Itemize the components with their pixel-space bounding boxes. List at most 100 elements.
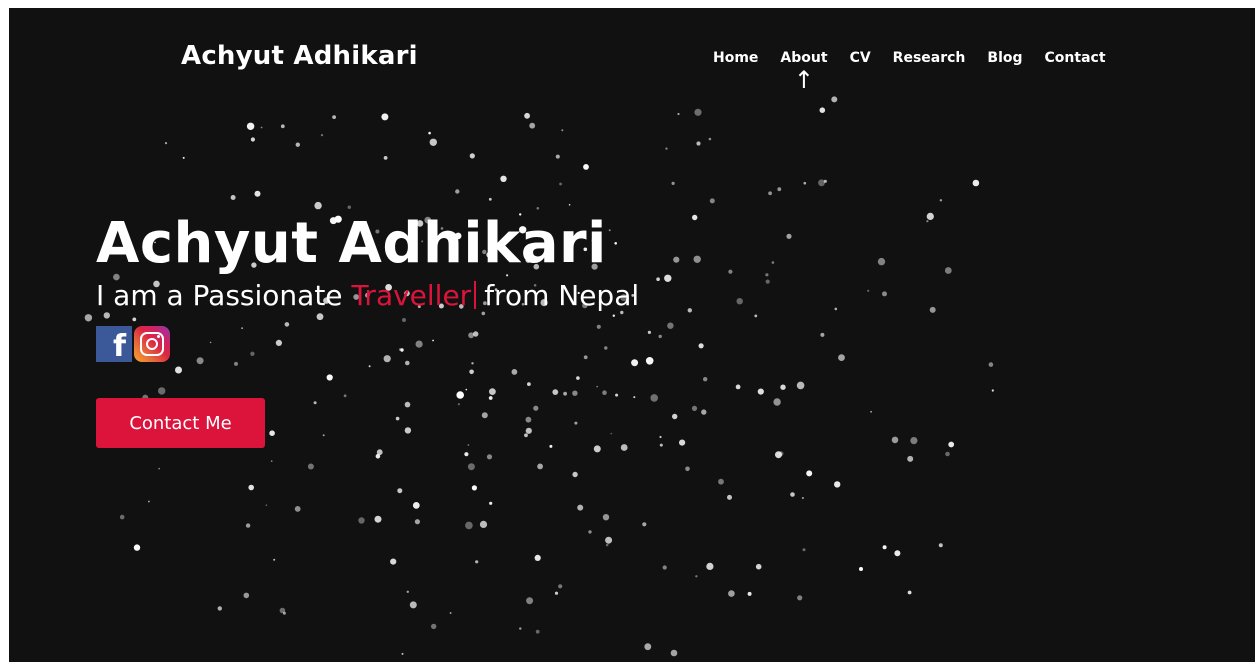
particle <box>148 500 150 503</box>
particle <box>658 334 662 339</box>
particle <box>469 153 475 159</box>
particle <box>536 207 540 210</box>
particle <box>988 362 994 367</box>
navbar: Achyut Adhikari Home About ↑ CV Research… <box>9 8 1255 108</box>
nav-link-cv[interactable]: CV <box>850 50 871 66</box>
particle <box>656 277 660 282</box>
particle <box>260 126 263 129</box>
particle <box>945 451 950 457</box>
particle <box>926 220 929 223</box>
particle <box>773 398 781 406</box>
particle <box>939 199 943 202</box>
particle <box>671 181 675 185</box>
particle <box>471 485 477 491</box>
particle <box>645 357 654 365</box>
particle <box>217 606 222 611</box>
particle <box>802 548 806 552</box>
particle <box>754 314 758 318</box>
particle <box>728 590 735 597</box>
hero-subtitle: I am a Passionate Traveller from Nepal <box>96 279 639 313</box>
particle <box>796 381 805 390</box>
nav-link-about[interactable]: About ↑ <box>780 50 827 92</box>
particle <box>270 460 273 462</box>
particle <box>797 595 803 601</box>
particle <box>819 107 826 113</box>
particle <box>273 558 276 561</box>
particle <box>307 463 314 470</box>
particle <box>375 454 381 459</box>
particle <box>706 562 714 571</box>
particle <box>467 463 475 471</box>
particle <box>650 394 658 402</box>
particle <box>736 298 743 305</box>
particle <box>929 306 936 313</box>
subtitle-suffix: from Nepal <box>484 278 640 312</box>
facebook-icon: f <box>112 329 126 365</box>
particle <box>406 590 409 593</box>
particle <box>670 649 678 657</box>
particle <box>583 164 589 170</box>
particle <box>381 113 389 121</box>
particle <box>703 377 708 382</box>
instagram-link[interactable] <box>134 326 170 363</box>
particle <box>768 191 772 196</box>
particle <box>765 279 770 284</box>
nav-link-contact[interactable]: Contact <box>1045 50 1106 66</box>
particle <box>164 142 168 145</box>
particle <box>279 607 286 614</box>
particle <box>526 597 534 605</box>
particle <box>659 435 662 439</box>
particle <box>709 198 715 204</box>
particle <box>449 612 452 614</box>
particle <box>479 520 488 529</box>
particle <box>588 530 592 534</box>
particle <box>537 463 543 470</box>
particle <box>698 343 704 349</box>
particle <box>401 652 404 655</box>
particle <box>245 523 251 528</box>
particle <box>679 439 686 446</box>
particle <box>859 567 863 571</box>
particle <box>708 137 712 141</box>
hero-section: Achyut Adhikari I am a Passionate Travel… <box>96 213 639 449</box>
particle <box>554 591 559 595</box>
particle <box>489 501 493 505</box>
particle <box>568 204 571 206</box>
particle <box>535 629 540 634</box>
particle <box>314 201 322 210</box>
particle <box>280 124 285 129</box>
particle <box>718 478 724 485</box>
particle <box>803 181 807 185</box>
contact-me-button[interactable]: Contact Me <box>96 398 265 449</box>
particle <box>230 195 236 200</box>
nav-link-research[interactable]: Research <box>893 50 966 66</box>
particle <box>428 131 431 135</box>
particle <box>254 190 261 197</box>
nav-link-home[interactable]: Home <box>713 50 758 66</box>
particle <box>602 514 610 521</box>
particle <box>246 122 255 130</box>
particle <box>907 590 912 595</box>
arrow-up-icon: ↑ <box>793 66 815 94</box>
particle <box>519 627 522 630</box>
particle <box>882 291 887 297</box>
particle <box>347 205 351 209</box>
particle <box>926 212 934 220</box>
particle <box>938 543 943 548</box>
particle <box>665 147 668 150</box>
particle <box>558 584 563 589</box>
particle <box>182 156 185 159</box>
particle <box>119 514 125 520</box>
particle <box>561 129 564 132</box>
facebook-link[interactable]: f <box>96 326 132 365</box>
particle <box>374 515 382 523</box>
particle <box>605 543 609 547</box>
particle <box>294 506 301 512</box>
nav-links: Home About ↑ CV Research Blog Contact <box>713 50 1128 92</box>
particle <box>747 591 752 596</box>
nav-link-blog[interactable]: Blog <box>987 50 1022 66</box>
particle <box>431 623 437 630</box>
site-brand[interactable]: Achyut Adhikari <box>181 41 418 71</box>
particle <box>486 454 493 460</box>
particle <box>944 267 952 274</box>
